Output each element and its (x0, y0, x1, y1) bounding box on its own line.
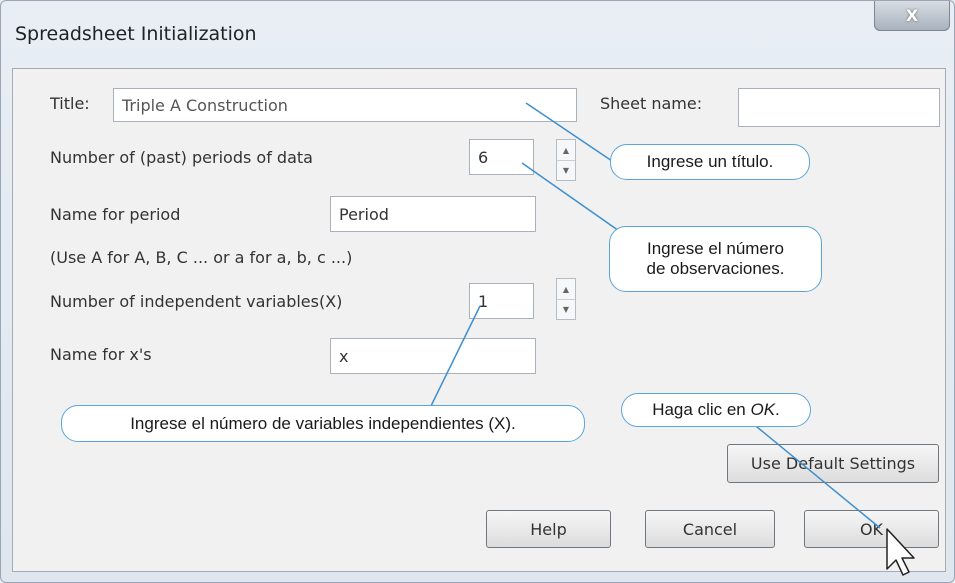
callout-title: Ingrese un título. (610, 144, 810, 180)
cancel-button[interactable]: Cancel (645, 510, 775, 548)
close-button[interactable]: X (874, 1, 950, 31)
callout-title-text: Ingrese un título. (646, 152, 774, 172)
callout-ok: Haga clic en OK. (621, 393, 811, 427)
indep-vars-field[interactable] (469, 283, 534, 319)
ok-button[interactable]: OK (804, 510, 939, 548)
title-field[interactable] (113, 88, 577, 122)
callout-ok-prefix: Haga clic en (652, 400, 751, 420)
period-name-label: Name for period (50, 205, 181, 224)
callout-variables: Ingrese el número de variables independi… (61, 405, 585, 442)
dialog-window: Spreadsheet Initialization X Title: Shee… (0, 0, 955, 583)
sheet-name-label: Sheet name: (600, 94, 703, 113)
x-name-field[interactable] (330, 338, 536, 374)
callout-variables-text: Ingrese el número de variables independi… (130, 413, 516, 433)
dialog-body: Title: Sheet name: Number of (past) peri… (12, 68, 946, 572)
hint-text: (Use A for A, B, C ... or a for a, b, c … (50, 248, 353, 267)
x-name-label: Name for x's (50, 345, 152, 364)
sheet-name-field[interactable] (738, 88, 940, 127)
period-name-field[interactable] (330, 196, 536, 232)
indep-vars-spinner[interactable]: ▲ ▼ (556, 278, 576, 320)
indep-vars-label: Number of independent variables(X) (50, 292, 343, 311)
help-button[interactable]: Help (486, 510, 611, 548)
spin-down-icon[interactable]: ▼ (557, 299, 575, 319)
spin-down-icon[interactable]: ▼ (557, 160, 575, 180)
callout-ok-emphasis: OK (750, 400, 776, 420)
use-default-settings-button[interactable]: Use Default Settings (727, 444, 939, 483)
callout-ok-suffix: . (775, 400, 780, 420)
close-icon: X (905, 6, 919, 25)
periods-field[interactable] (469, 139, 534, 175)
callout-observations-line2: de observaciones. (646, 259, 785, 278)
window-title: Spreadsheet Initialization (15, 23, 257, 45)
periods-label: Number of (past) periods of data (50, 148, 313, 167)
title-label: Title: (50, 94, 90, 113)
spin-up-icon[interactable]: ▲ (557, 279, 575, 299)
callout-observations-line1: Ingrese el número (646, 239, 785, 259)
callout-observations: Ingrese el número de observaciones. (609, 226, 822, 292)
spin-up-icon[interactable]: ▲ (557, 140, 575, 160)
periods-spinner[interactable]: ▲ ▼ (556, 139, 576, 181)
